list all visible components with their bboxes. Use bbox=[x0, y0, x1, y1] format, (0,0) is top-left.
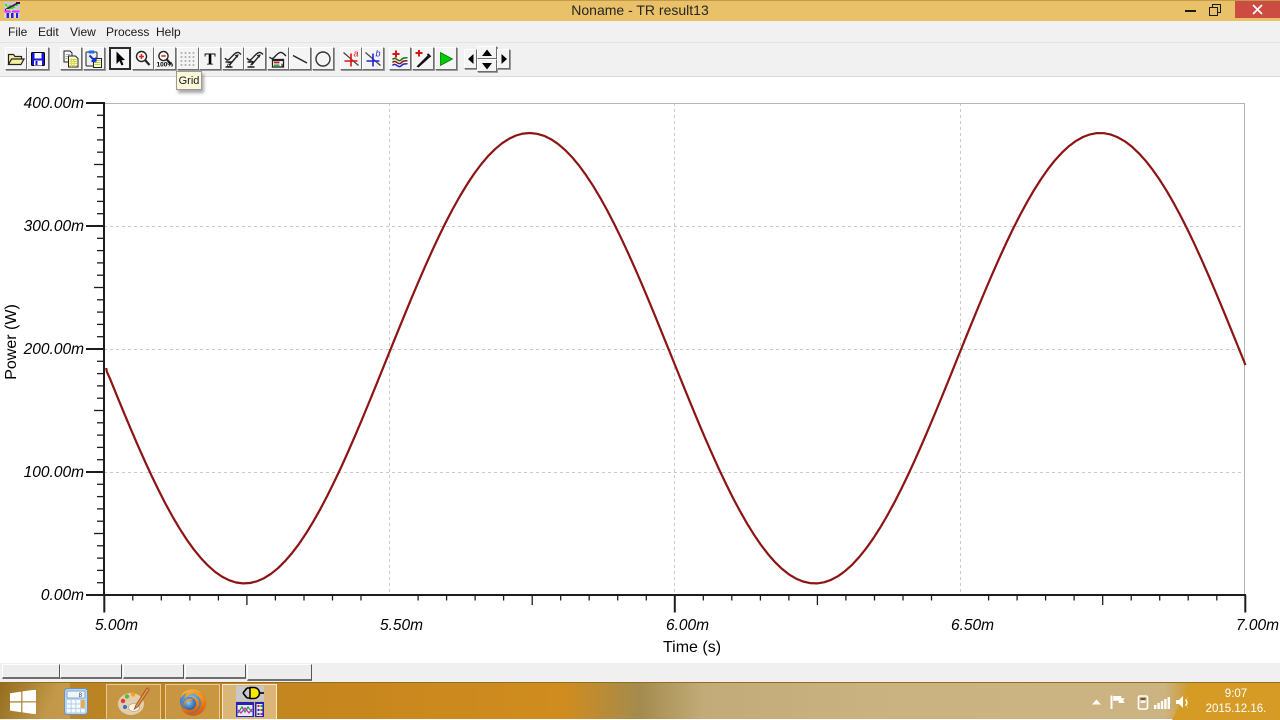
svg-text:400.00m: 400.00m bbox=[24, 95, 84, 112]
svg-text:Power (W): Power (W) bbox=[3, 304, 20, 380]
svg-text:a: a bbox=[226, 59, 230, 68]
svg-text:T: T bbox=[204, 49, 216, 68]
svg-text:100%: 100% bbox=[157, 61, 174, 68]
svg-text:300.00m: 300.00m bbox=[24, 218, 84, 235]
svg-text:6.50m: 6.50m bbox=[951, 617, 994, 634]
svg-text:100.00m: 100.00m bbox=[24, 464, 84, 481]
svg-text:0.00m: 0.00m bbox=[41, 587, 84, 604]
svg-text:7.00m: 7.00m bbox=[1236, 617, 1279, 634]
svg-text:5.50m: 5.50m bbox=[380, 617, 423, 634]
svg-text:?: ? bbox=[249, 59, 254, 68]
svg-text:a: a bbox=[353, 49, 358, 58]
svg-text:5.00m: 5.00m bbox=[95, 617, 138, 634]
svg-text:200.00m: 200.00m bbox=[23, 341, 84, 358]
svg-text:6.00m: 6.00m bbox=[666, 617, 709, 634]
svg-text:b: b bbox=[376, 49, 381, 58]
svg-text:Time (s): Time (s) bbox=[663, 639, 721, 656]
